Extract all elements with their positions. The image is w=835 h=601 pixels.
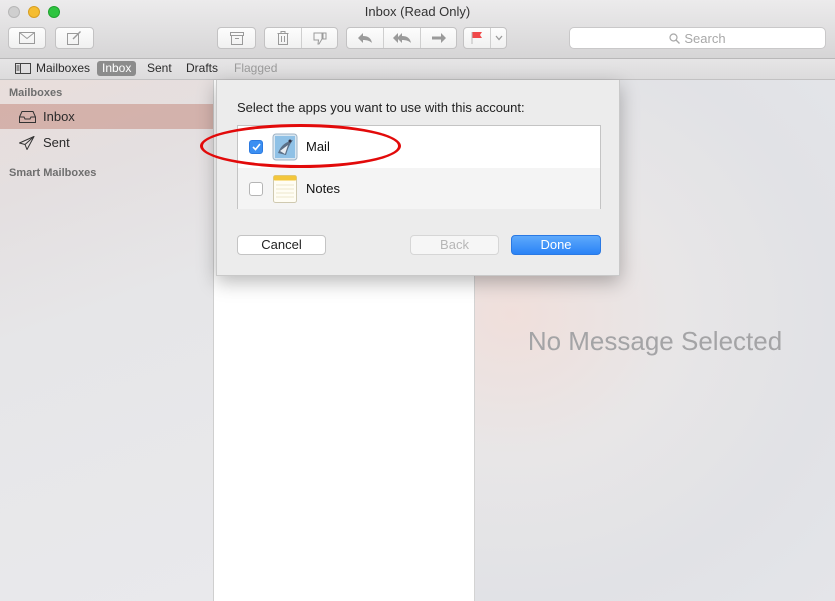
- back-button[interactable]: Back: [410, 235, 499, 255]
- favorites-sent[interactable]: Sent: [144, 61, 175, 76]
- window-title: Inbox (Read Only): [364, 4, 471, 19]
- sidebar-item-label: Sent: [43, 135, 70, 150]
- mailbox-sidebar: Mailboxes Inbox Sent Smart Mailboxes: [0, 80, 214, 601]
- tray-icon: [19, 110, 37, 123]
- favorites-inbox[interactable]: Inbox: [97, 61, 137, 76]
- cancel-button[interactable]: Cancel: [237, 235, 326, 255]
- sidebar-item-sent[interactable]: Sent: [0, 130, 213, 155]
- mail-checkbox[interactable]: [249, 139, 263, 154]
- notes-checkbox[interactable]: [249, 181, 263, 196]
- no-message-selected-text: No Message Selected: [527, 326, 783, 356]
- archive-icon: [229, 31, 244, 45]
- app-row-mail[interactable]: Mail: [238, 126, 600, 167]
- reply-all-button[interactable]: [384, 28, 420, 48]
- notes-app-icon: [273, 174, 297, 203]
- favorites-flagged[interactable]: Flagged: [231, 61, 280, 76]
- delete-button[interactable]: [264, 28, 302, 48]
- reply-icon: [357, 33, 372, 43]
- favorites-drafts[interactable]: Drafts: [183, 61, 221, 76]
- search-field[interactable]: Search: [569, 27, 826, 49]
- reply-button[interactable]: [346, 28, 383, 48]
- favorites-mailboxes-button[interactable]: Mailboxes: [12, 61, 93, 76]
- sidebar-heading-mailboxes[interactable]: Mailboxes: [9, 87, 62, 99]
- sheet-prompt: Select the apps you want to use with thi…: [237, 100, 525, 115]
- flag-button[interactable]: [463, 28, 490, 48]
- search-placeholder: Search: [684, 30, 726, 46]
- junk-button[interactable]: [302, 28, 338, 48]
- sidebar-toggle-icon: [15, 63, 31, 74]
- account-apps-sheet: Select the apps you want to use with thi…: [216, 80, 620, 276]
- favorites-mailboxes-label: Mailboxes: [36, 61, 91, 75]
- app-list: Mail Notes: [237, 125, 601, 209]
- forward-button[interactable]: [421, 28, 457, 48]
- get-mail-button[interactable]: [8, 27, 46, 49]
- compose-button[interactable]: [55, 27, 94, 49]
- search-icon: [669, 32, 681, 44]
- thumbs-down-icon: [313, 32, 327, 44]
- forward-icon: [432, 33, 446, 43]
- archive-button[interactable]: [217, 27, 256, 49]
- chevron-down-icon: [495, 35, 503, 41]
- sidebar-item-inbox[interactable]: Inbox: [0, 104, 213, 129]
- compose-icon: [67, 31, 81, 45]
- sidebar-item-label: Inbox: [43, 109, 75, 124]
- reply-all-icon: [393, 33, 411, 43]
- app-name-notes: Notes: [306, 181, 340, 196]
- flag-menu-button[interactable]: [491, 28, 507, 48]
- favorites-bar: Mailboxes Inbox Sent Drafts Flagged: [0, 59, 835, 80]
- sidebar-heading-smart-mailboxes[interactable]: Smart Mailboxes: [9, 167, 96, 179]
- envelope-icon: [19, 32, 35, 44]
- checkmark-icon: [251, 142, 261, 151]
- trash-icon: [277, 31, 289, 45]
- done-button[interactable]: Done: [511, 235, 601, 255]
- mail-app-icon: [272, 133, 298, 160]
- flag-icon: [471, 32, 482, 44]
- app-name-mail: Mail: [306, 139, 330, 154]
- window-titlebar: Inbox (Read Only) Search: [0, 0, 835, 59]
- paper-plane-icon: [19, 135, 37, 150]
- app-row-notes[interactable]: Notes: [238, 168, 600, 209]
